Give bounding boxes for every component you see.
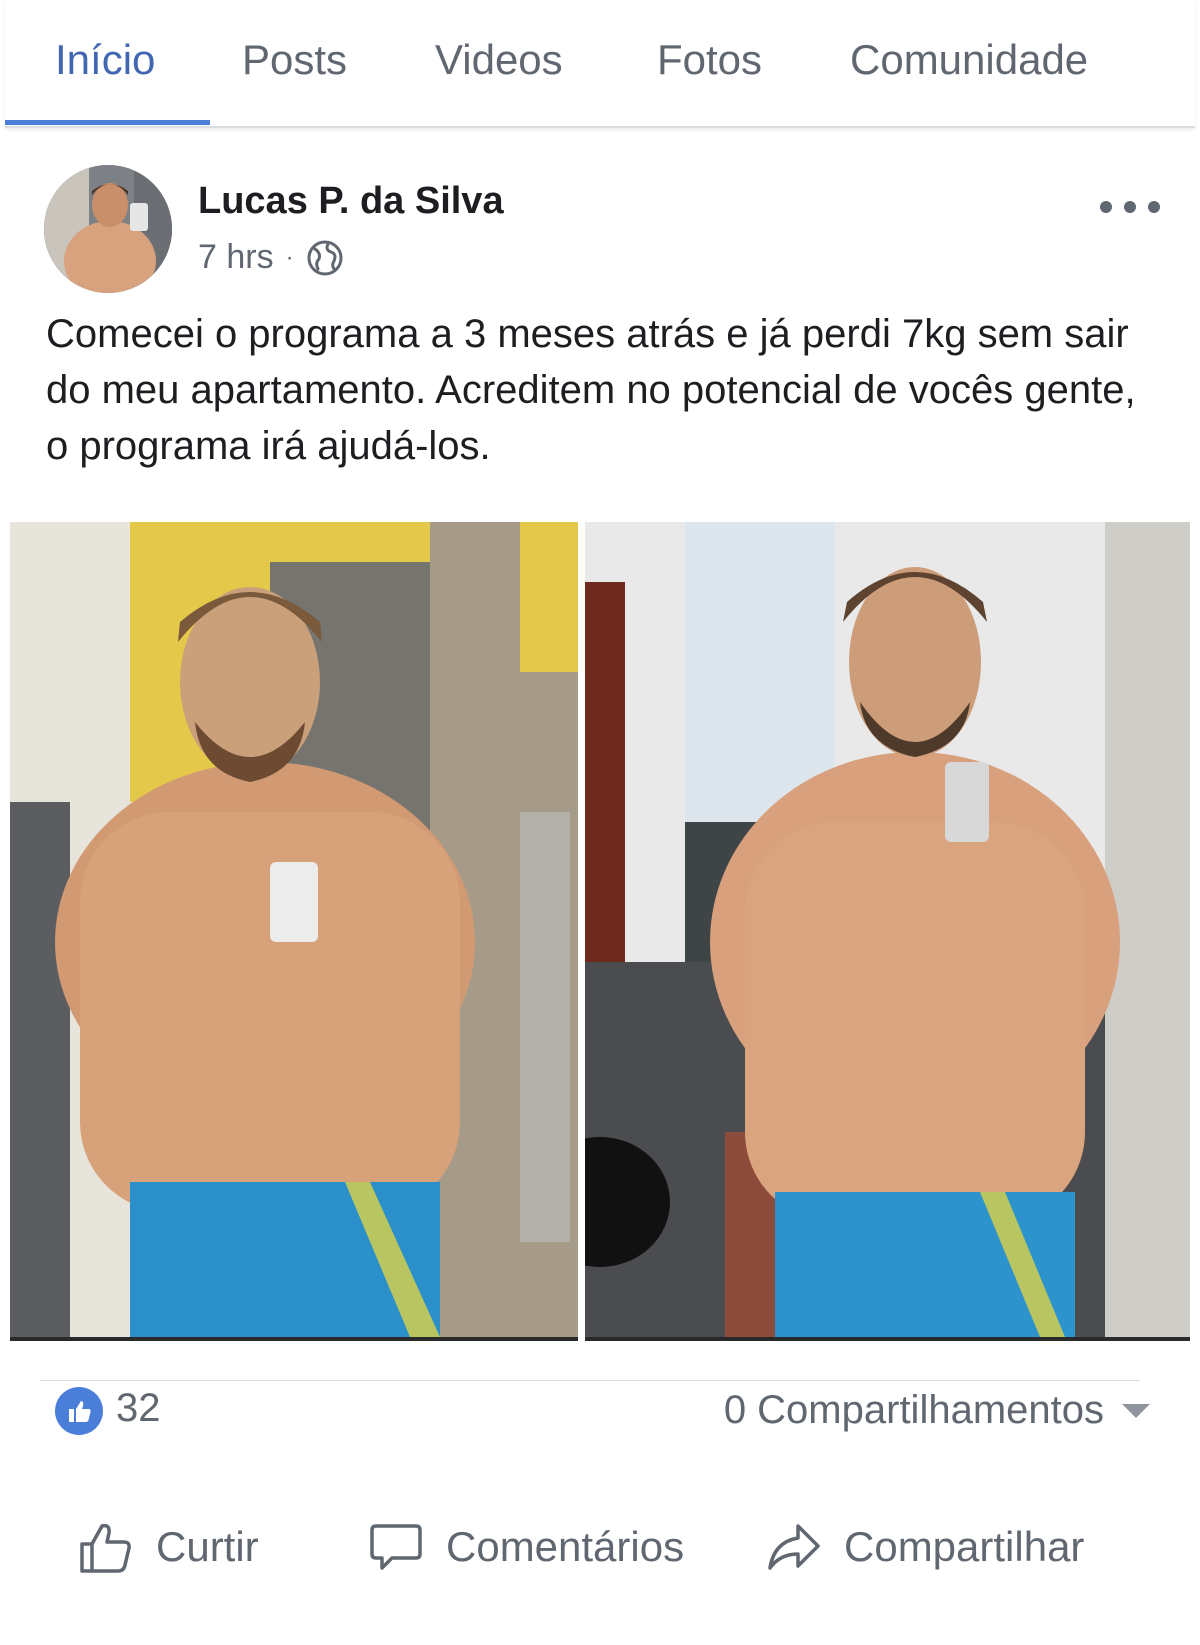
share-count[interactable]: 0 Compartilhamentos xyxy=(724,1388,1104,1433)
comment-button[interactable]: Comentários xyxy=(368,1520,684,1574)
tab-comunidade[interactable]: Comunidade xyxy=(850,36,1088,84)
active-tab-indicator xyxy=(5,120,210,125)
chevron-down-icon[interactable] xyxy=(1122,1404,1150,1418)
tab-posts[interactable]: Posts xyxy=(242,36,347,84)
tab-fotos[interactable]: Fotos xyxy=(657,36,762,84)
before-photo[interactable] xyxy=(10,522,578,1337)
tab-inicio[interactable]: Início xyxy=(55,36,155,84)
like-button-label: Curtir xyxy=(156,1523,259,1570)
photo-border xyxy=(10,1337,578,1341)
after-photo[interactable] xyxy=(585,522,1190,1337)
share-arrow-icon xyxy=(768,1524,820,1570)
like-reaction-icon[interactable] xyxy=(55,1387,103,1435)
tab-videos[interactable]: Videos xyxy=(435,36,563,84)
divider xyxy=(40,1380,1140,1381)
thumbs-up-icon xyxy=(80,1523,131,1573)
post-text: Comecei o programa a 3 meses atrás e já … xyxy=(46,312,1136,468)
meta-separator: · xyxy=(285,243,294,271)
tab-bar: Início Posts Videos Fotos Comunidade xyxy=(5,0,1195,128)
post-time[interactable]: 7 hrs xyxy=(198,238,274,277)
like-count[interactable]: 32 xyxy=(116,1386,161,1431)
share-button[interactable]: Compartilhar xyxy=(766,1520,1084,1574)
comment-button-label: Comentários xyxy=(446,1523,685,1570)
more-dot xyxy=(1124,201,1136,213)
post-meta: 7 hrs · xyxy=(198,238,344,277)
author-name[interactable]: Lucas P. da Silva xyxy=(198,180,504,223)
avatar[interactable] xyxy=(44,165,172,293)
globe-icon[interactable] xyxy=(306,239,344,277)
more-dot xyxy=(1148,201,1160,213)
more-dot xyxy=(1100,201,1112,213)
photo-border xyxy=(585,1337,1190,1341)
like-button[interactable]: Curtir xyxy=(78,1520,259,1574)
more-options-icon[interactable] xyxy=(1100,195,1160,219)
share-button-label: Compartilhar xyxy=(844,1523,1085,1570)
comment-icon xyxy=(370,1524,422,1570)
